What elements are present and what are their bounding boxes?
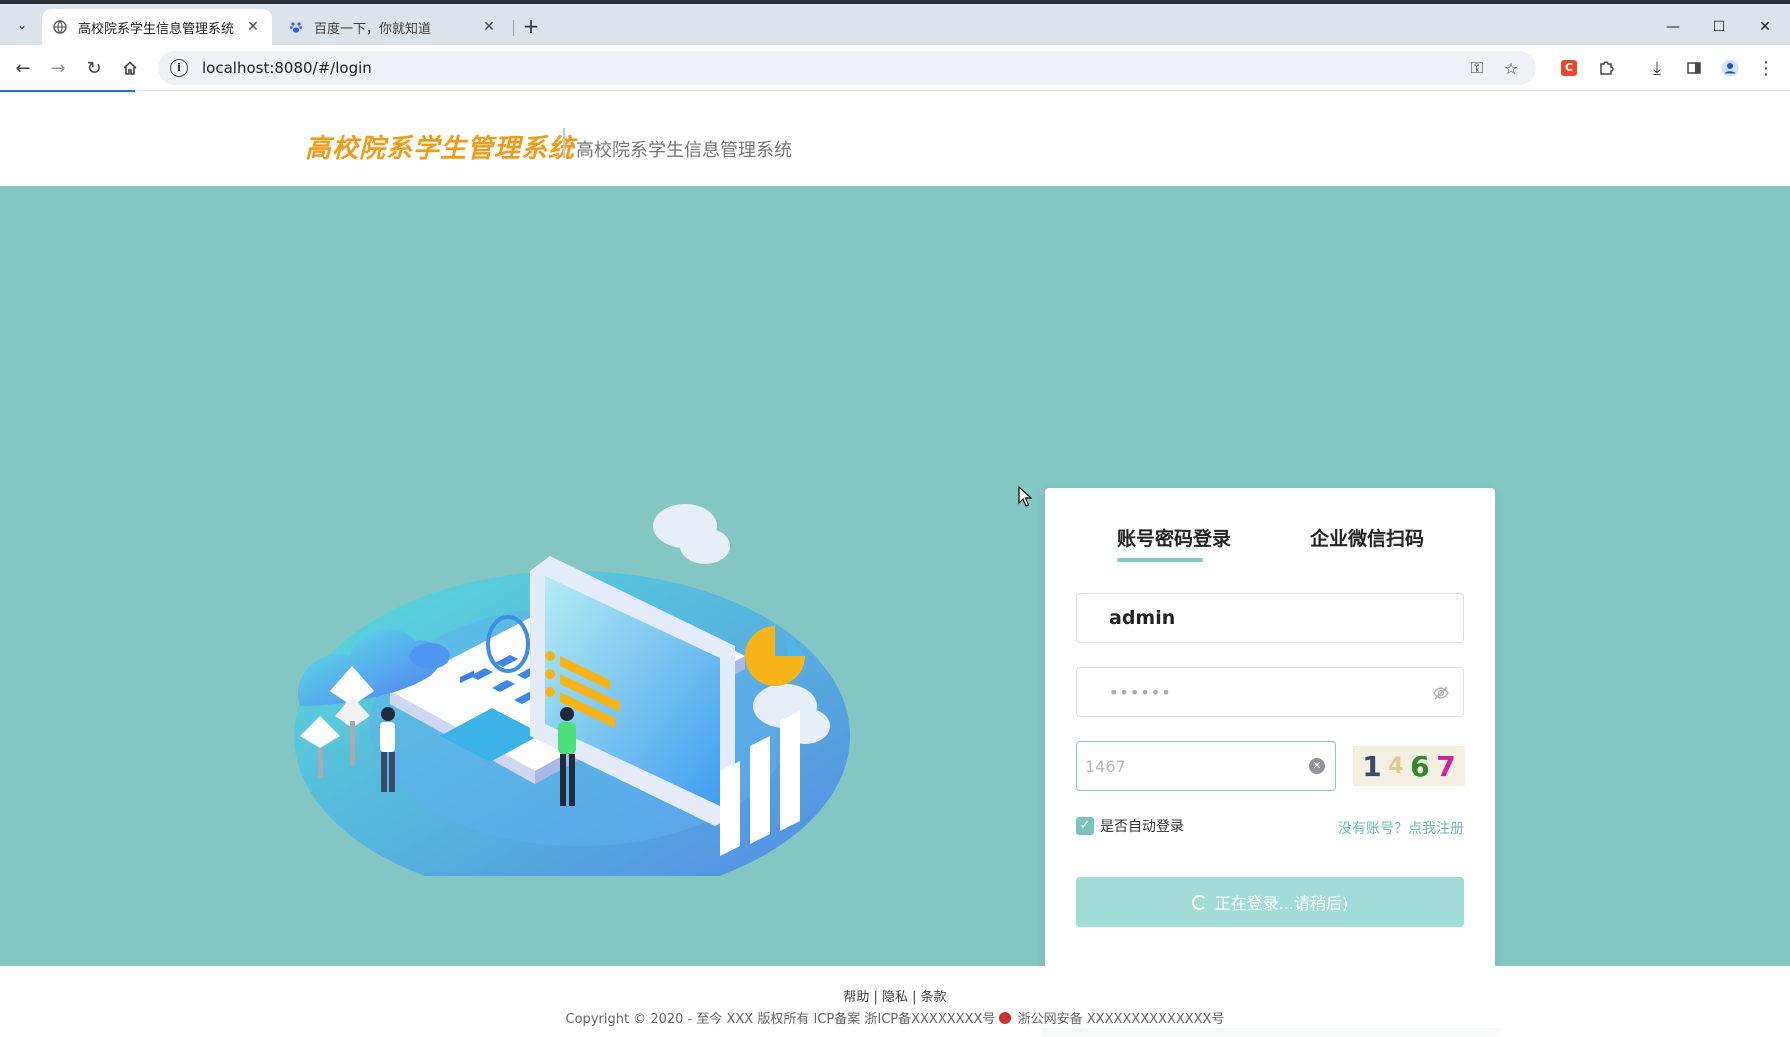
auto-login-label: 是否自动登录 [1100, 819, 1184, 835]
username-value: admin [1109, 607, 1176, 629]
copyright-text: Copyright © 2020 - 至今 XXX 版权所有 ICP备案 浙IC… [0, 1008, 1790, 1027]
captcha-image[interactable]: 1 4 6 7 [1353, 746, 1465, 786]
address-bar[interactable]: i localhost:8080/#/login ⚿ ☆ [158, 51, 1536, 85]
login-hero: 账号密码登录 企业微信扫码 admin •••••• 1467 ✕ 1 4 6 … [0, 186, 1790, 1037]
bookmark-star-icon[interactable]: ☆ [1496, 51, 1526, 85]
side-panel-icon[interactable] [1680, 54, 1708, 82]
captcha-digit: 6 [1410, 749, 1430, 783]
login-button-label: 正在登录...请稍后) [1214, 894, 1349, 913]
captcha-value: 1467 [1085, 756, 1126, 776]
home-icon[interactable] [116, 54, 144, 82]
login-button[interactable]: 正在登录...请稍后) [1076, 877, 1464, 927]
police-record-line: 浙公网安备 XXXXXXXXXXXXXX号 [1017, 1012, 1225, 1027]
maximize-icon[interactable]: ☐ [1696, 13, 1742, 41]
more-menu-icon[interactable]: ⋮ [1752, 54, 1780, 82]
back-arrow-icon[interactable]: ← [9, 54, 37, 82]
tab-separator [513, 20, 514, 36]
password-input[interactable]: •••••• [1076, 667, 1464, 717]
loading-spinner-icon [1191, 894, 1207, 910]
extension-c-icon[interactable]: C [1555, 54, 1583, 82]
tab-account-login[interactable]: 账号密码登录 [1117, 524, 1231, 551]
mouse-cursor-icon [1018, 486, 1032, 507]
auto-login-option[interactable]: ✓ 是否自动登录 [1076, 816, 1184, 836]
window-close-icon[interactable]: ✕ [1742, 13, 1788, 41]
browser-toolbar: ← → ↻ i localhost:8080/#/login ⚿ ☆ C ⤓ ⋮ [0, 45, 1790, 91]
key-icon[interactable]: ⚿ [1462, 51, 1492, 85]
profile-avatar-icon[interactable] [1716, 54, 1744, 82]
captcha-digit: 1 [1362, 749, 1382, 783]
register-link[interactable]: 没有账号？点我注册 [1338, 818, 1464, 838]
tab-close-icon[interactable]: ✕ [244, 18, 262, 36]
police-badge-icon [999, 1012, 1012, 1024]
baidu-paw-icon [288, 19, 304, 35]
clear-icon[interactable]: ✕ [1309, 758, 1325, 774]
copyright-line: Copyright © 2020 - 至今 XXX 版权所有 ICP备案 浙IC… [565, 1012, 1000, 1027]
checkbox-checked-icon[interactable]: ✓ [1076, 817, 1094, 835]
password-value: •••••• [1109, 682, 1172, 702]
login-tabs: 账号密码登录 企业微信扫码 [1045, 524, 1495, 564]
header-divider [563, 128, 565, 158]
footer-links[interactable]: 帮助 | 隐私 | 条款 [0, 986, 1790, 1005]
captcha-input[interactable]: 1467 ✕ [1076, 741, 1336, 791]
tab-search-chevron-icon[interactable]: ⌄ [10, 13, 34, 37]
tab-title: 百度一下，你就知道 [314, 21, 432, 37]
globe-icon [52, 19, 68, 35]
reload-icon[interactable]: ↻ [80, 54, 108, 82]
active-tab-indicator [1117, 558, 1203, 562]
site-subtitle: 高校院系学生信息管理系统 [576, 140, 792, 161]
tab-close-icon[interactable]: ✕ [480, 18, 498, 36]
extensions-puzzle-icon[interactable] [1592, 54, 1620, 82]
captcha-digit: 4 [1388, 753, 1404, 779]
username-input[interactable]: admin [1076, 593, 1464, 643]
download-icon[interactable]: ⤓ [1643, 54, 1671, 82]
captcha-digit: 7 [1436, 749, 1456, 783]
browser-tab-strip: ⌄ 高校院系学生信息管理系统 ✕ 百度一下，你就知道 ✕ + — ☐ ✕ [0, 0, 1790, 45]
site-header: 高校院系学生管理系统 高校院系学生信息管理系统 [0, 92, 1790, 186]
forward-arrow-icon[interactable]: → [44, 54, 72, 82]
address-text: localhost:8080/#/login [202, 59, 372, 77]
tab-wechat-scan[interactable]: 企业微信扫码 [1310, 524, 1424, 551]
eye-hidden-icon[interactable] [1431, 683, 1451, 703]
page-footer: 帮助 | 隐私 | 条款 Copyright © 2020 - 至今 XXX 版… [0, 966, 1790, 1028]
laptop-illustration [294, 504, 850, 876]
site-info-icon[interactable]: i [170, 59, 188, 77]
tab-title: 高校院系学生信息管理系统 [78, 21, 235, 37]
minimize-icon[interactable]: — [1650, 13, 1696, 41]
new-tab-plus-icon[interactable]: + [520, 16, 542, 38]
site-logo[interactable]: 高校院系学生管理系统 [305, 128, 575, 165]
login-card: 账号密码登录 企业微信扫码 admin •••••• 1467 ✕ 1 4 6 … [1045, 488, 1495, 1037]
browser-tab-inactive[interactable]: 百度一下，你就知道 ✕ [278, 9, 508, 45]
browser-tab-active[interactable]: 高校院系学生信息管理系统 ✕ [42, 9, 272, 45]
